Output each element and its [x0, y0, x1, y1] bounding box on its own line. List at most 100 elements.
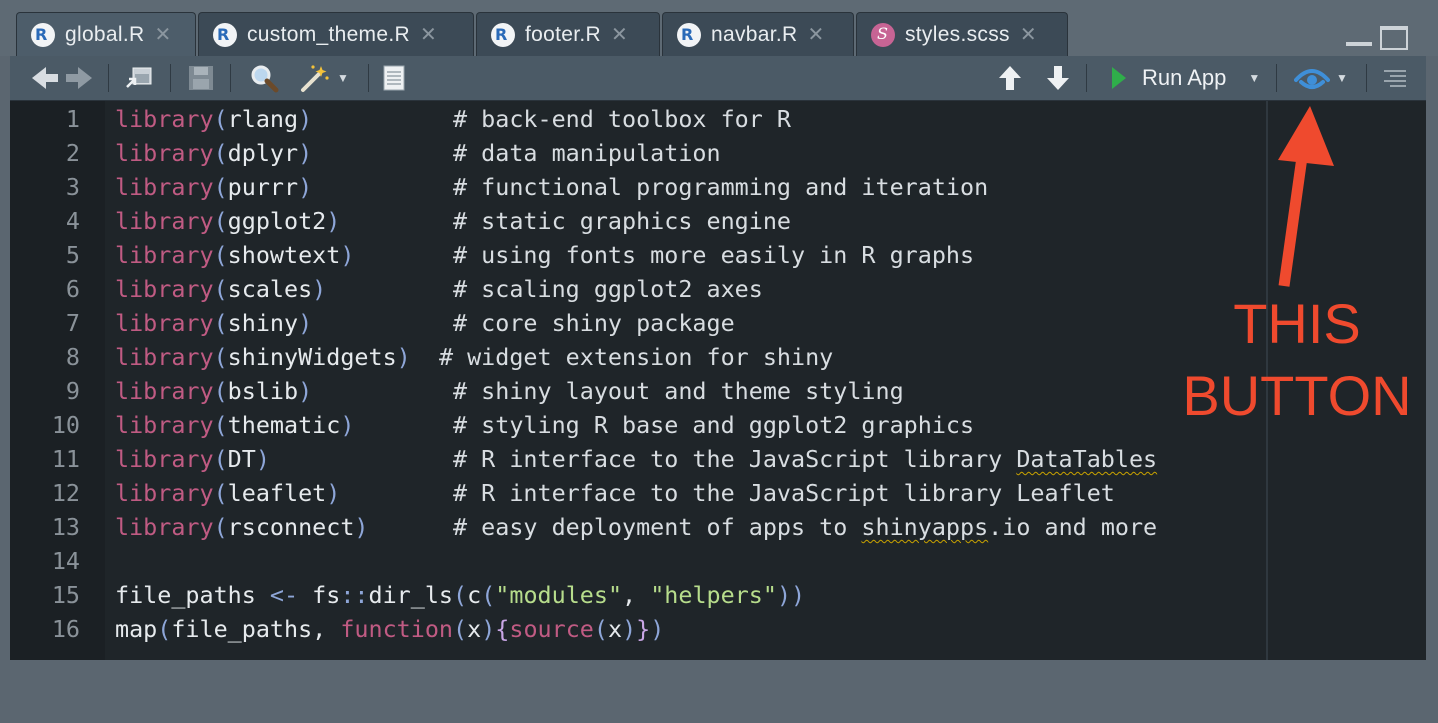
editor-tab-bar: R global.R ✕ R custom_theme.R ✕ R footer…	[0, 0, 1438, 56]
down-arrow-icon	[1047, 66, 1069, 90]
code-token: library	[115, 513, 214, 541]
code-text: library(bslib) # shiny layout and theme …	[115, 377, 904, 405]
tab-navbar-r[interactable]: R navbar.R ✕	[662, 12, 854, 56]
go-to-next-section-button[interactable]	[1042, 56, 1074, 100]
tab-footer-r[interactable]: R footer.R ✕	[476, 12, 660, 56]
tab-global-r[interactable]: R global.R ✕	[16, 12, 196, 56]
code-token: (	[213, 105, 228, 133]
tab-label: styles.scss	[905, 22, 1010, 46]
code-comment: # styling R base and ggplot2 graphics	[453, 411, 975, 439]
code-line[interactable]: 15 file_paths <- fs::dir_ls(c("modules",…	[10, 577, 1426, 611]
code-token: )	[650, 615, 665, 643]
code-token: )	[298, 139, 313, 167]
tab-styles-scss[interactable]: S styles.scss ✕	[856, 12, 1068, 56]
code-line[interactable]: 13 library(rsconnect) # easy deployment o…	[10, 509, 1426, 543]
sass-file-icon: S	[871, 22, 895, 47]
code-token: library	[115, 377, 214, 405]
r-file-icon: R	[213, 22, 237, 47]
code-line[interactable]: 2 library(dplyr) # data manipulation	[10, 135, 1426, 169]
code-text: library(showtext) # using fonts more eas…	[115, 241, 974, 269]
code-text: library(rlang) # back-end toolbox for R	[115, 105, 791, 133]
code-line[interactable]: 3 library(purrr) # functional programming…	[10, 169, 1426, 203]
forward-arrow-stem	[66, 74, 78, 82]
compile-report-button[interactable]	[376, 56, 412, 100]
run-app-button[interactable]: Run App ▼	[1112, 56, 1272, 100]
code-comment: # widget extension for shiny	[438, 343, 834, 371]
save-button[interactable]	[182, 56, 220, 100]
code-comment: # data manipulation	[453, 139, 721, 167]
code-line[interactable]: 16 map(file_paths, function(x){source(x)…	[10, 611, 1426, 645]
line-number: 12	[51, 479, 80, 507]
go-forward-button[interactable]	[62, 56, 96, 100]
back-arrow-icon	[32, 67, 46, 89]
code-token: )	[298, 105, 313, 133]
code-line[interactable]: 5 library(showtext) # using fonts more ea…	[10, 237, 1426, 271]
code-token: (	[213, 377, 228, 405]
code-token: (	[593, 615, 608, 643]
r-file-icon: R	[31, 22, 55, 47]
line-number: 10	[51, 411, 80, 439]
code-text: library(leaflet) # R interface to the Ja…	[115, 479, 1115, 507]
tab-label: navbar.R	[711, 22, 798, 46]
code-token: fs	[312, 581, 341, 609]
close-tab-icon[interactable]: ✕	[1020, 22, 1037, 47]
code-line[interactable]: 14	[10, 543, 1426, 577]
code-text: library(dplyr) # data manipulation	[115, 139, 721, 167]
code-token: )	[298, 377, 313, 405]
code-token: library	[115, 445, 214, 473]
close-tab-icon[interactable]: ✕	[154, 22, 171, 47]
code-text: library(purrr) # functional programming …	[115, 173, 988, 201]
toolbar-divider	[108, 64, 109, 92]
package-name: showtext	[227, 241, 341, 269]
package-name: rlang	[227, 105, 299, 133]
code-token: library	[115, 105, 214, 133]
publish-button[interactable]: ▼	[1288, 56, 1354, 100]
close-tab-icon[interactable]: ✕	[611, 22, 628, 47]
code-token: (	[453, 615, 468, 643]
tab-custom-theme-r[interactable]: R custom_theme.R ✕	[198, 12, 474, 56]
code-tools-button[interactable]: ▼	[290, 56, 358, 100]
close-tab-icon[interactable]: ✕	[807, 22, 824, 47]
code-token: (	[213, 173, 228, 201]
package-name: purrr	[227, 173, 299, 201]
line-number: 14	[51, 547, 80, 575]
magnifier-icon	[251, 65, 279, 93]
show-in-new-window-button[interactable]	[120, 56, 160, 100]
find-replace-button[interactable]	[244, 56, 284, 100]
code-token: )	[326, 207, 341, 235]
line-number: 1	[65, 105, 80, 133]
code-line[interactable]: 12 library(leaflet) # R interface to the …	[10, 475, 1426, 509]
code-token: x	[607, 615, 623, 643]
code-token: (	[213, 513, 228, 541]
code-token: dir_ls	[368, 581, 454, 609]
document-outline-button[interactable]	[1378, 56, 1412, 100]
go-back-button[interactable]	[28, 56, 62, 100]
line-number: 7	[65, 309, 80, 337]
code-token: (	[213, 445, 228, 473]
line-number: 15	[51, 581, 80, 609]
code-line[interactable]: 1 library(rlang) # back-end toolbox for R	[10, 101, 1426, 135]
minimize-pane-icon[interactable]	[1346, 42, 1372, 46]
toolbar-divider	[230, 64, 231, 92]
go-to-previous-section-button[interactable]	[994, 56, 1026, 100]
code-token: source	[509, 615, 594, 643]
code-line[interactable]: 11 library(DT) # R interface to the JavaS…	[10, 441, 1426, 475]
code-token: {	[495, 615, 510, 643]
maximize-pane-icon[interactable]	[1380, 26, 1408, 50]
line-number: 13	[51, 513, 80, 541]
code-comment: .io and more	[988, 513, 1158, 541]
code-line[interactable]: 4 library(ggplot2) # static graphics engi…	[10, 203, 1426, 237]
dropdown-caret-icon: ▼	[337, 71, 349, 85]
editor-toolbar: ▼ Run App ▼ ▼	[10, 56, 1426, 101]
outline-list-icon	[1384, 70, 1406, 87]
code-token: <-	[255, 581, 313, 609]
code-token: (	[213, 343, 228, 371]
spellcheck-word: DataTables	[1016, 445, 1158, 473]
code-token: ::	[340, 581, 369, 609]
code-token: )	[396, 343, 411, 371]
code-token: "helpers"	[650, 581, 777, 609]
close-tab-icon[interactable]: ✕	[420, 22, 437, 47]
toolbar-divider	[170, 64, 171, 92]
